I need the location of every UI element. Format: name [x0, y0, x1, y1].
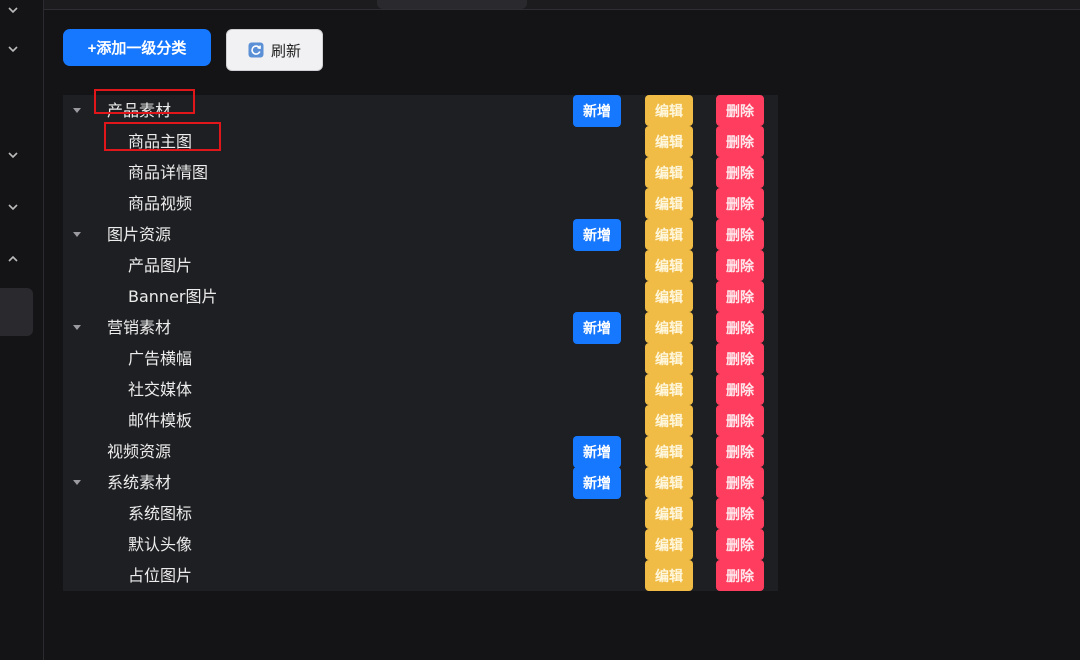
category-label: 图片资源 [107, 225, 172, 244]
tree-row[interactable]: 产品素材 新增 编辑 删除 [63, 89, 778, 127]
tree-row[interactable]: 商品详情图 编辑 删除 [63, 157, 778, 188]
tree-row[interactable]: 系统图标 编辑 删除 [63, 498, 778, 529]
delete-button[interactable]: 删除 [716, 529, 764, 560]
edit-button[interactable]: 编辑 [645, 126, 693, 157]
tree-row[interactable]: 视频资源 新增 编辑 删除 [63, 436, 778, 468]
edit-button[interactable]: 编辑 [645, 343, 693, 374]
category-label: 系统素材 [107, 473, 172, 492]
edit-button[interactable]: 编辑 [645, 467, 693, 498]
delete-button[interactable]: 删除 [716, 467, 764, 498]
refresh-label: 刷新 [270, 42, 301, 60]
tree-row[interactable]: 营销素材 新增 编辑 删除 [63, 312, 778, 344]
category-label: 系统图标 [128, 504, 193, 523]
refresh-button[interactable]: 刷新 [226, 29, 323, 71]
delete-button[interactable]: 删除 [716, 312, 764, 343]
tree-row[interactable]: 邮件模板 编辑 删除 [63, 405, 778, 436]
edit-button[interactable]: 编辑 [645, 498, 693, 529]
edit-button[interactable]: 编辑 [645, 219, 693, 250]
category-label: 视频资源 [107, 442, 172, 461]
caret-down-icon[interactable] [73, 108, 81, 113]
edit-button[interactable]: 编辑 [645, 312, 693, 343]
category-label: 默认头像 [128, 535, 193, 554]
edit-button[interactable]: 编辑 [645, 529, 693, 560]
delete-button[interactable]: 删除 [716, 219, 764, 250]
category-label: 产品素材 [107, 101, 172, 120]
edit-button[interactable]: 编辑 [645, 188, 693, 219]
category-label: 商品视频 [128, 194, 193, 213]
edit-button[interactable]: 编辑 [645, 157, 693, 188]
tree-row[interactable]: 默认头像 编辑 删除 [63, 529, 778, 560]
edit-button[interactable]: 编辑 [645, 374, 693, 405]
delete-button[interactable]: 删除 [716, 374, 764, 405]
add-child-button[interactable]: 新增 [573, 467, 621, 499]
edit-button[interactable]: 编辑 [645, 405, 693, 436]
delete-button[interactable]: 删除 [716, 126, 764, 157]
delete-button[interactable]: 删除 [716, 498, 764, 529]
sidebar-active-item[interactable] [0, 288, 33, 336]
delete-button[interactable]: 删除 [716, 436, 764, 467]
edit-button[interactable]: 编辑 [645, 95, 693, 126]
tab-active[interactable] [377, 0, 527, 9]
category-label: 营销素材 [107, 318, 172, 337]
edit-button[interactable]: 编辑 [645, 560, 693, 591]
category-label: 产品图片 [128, 256, 193, 275]
add-child-button[interactable]: 新增 [573, 95, 621, 127]
delete-button[interactable]: 删除 [716, 188, 764, 219]
tree-row[interactable]: 占位图片 编辑 删除 [63, 560, 778, 591]
edit-button[interactable]: 编辑 [645, 436, 693, 467]
edit-button[interactable]: 编辑 [645, 250, 693, 281]
add-child-button[interactable]: 新增 [573, 219, 621, 251]
add-top-category-button[interactable]: +添加一级分类 [63, 29, 211, 66]
category-label: 广告横幅 [128, 349, 193, 368]
chevron-up-icon[interactable] [0, 249, 26, 269]
category-label: Banner图片 [128, 287, 218, 306]
category-tree: 产品素材 新增 编辑 删除 商品主图 编辑 删除 商品详情图 编辑 删除 商品视频 编辑 删除 图片资源新… [63, 89, 778, 591]
tree-row[interactable]: 商品主图 编辑 删除 [63, 122, 778, 157]
chevron-down-icon[interactable] [0, 145, 26, 165]
delete-button[interactable]: 删除 [716, 343, 764, 374]
tree-row[interactable]: 广告横幅 编辑 删除 [63, 343, 778, 374]
delete-button[interactable]: 删除 [716, 560, 764, 591]
tree-row[interactable]: 产品图片 编辑 删除 [63, 250, 778, 281]
tab-strip [44, 0, 1080, 10]
delete-button[interactable]: 删除 [716, 250, 764, 281]
chevron-down-icon[interactable] [0, 39, 26, 59]
delete-button[interactable]: 删除 [716, 157, 764, 188]
caret-down-icon[interactable] [73, 325, 81, 330]
delete-button[interactable]: 删除 [716, 405, 764, 436]
category-label: 邮件模板 [128, 411, 193, 430]
caret-down-icon[interactable] [73, 480, 81, 485]
tree-row[interactable]: 商品视频 编辑 删除 [63, 188, 778, 219]
delete-button[interactable]: 删除 [716, 95, 764, 126]
category-label: 社交媒体 [128, 380, 193, 399]
tree-row[interactable]: 社交媒体 编辑 删除 [63, 374, 778, 405]
add-child-button[interactable]: 新增 [573, 312, 621, 344]
category-label: 商品主图 [128, 132, 193, 151]
refresh-icon [248, 42, 264, 58]
sidebar [0, 0, 44, 660]
add-child-button[interactable]: 新增 [573, 436, 621, 468]
edit-button[interactable]: 编辑 [645, 281, 693, 312]
chevron-down-icon[interactable] [0, 197, 26, 217]
delete-button[interactable]: 删除 [716, 281, 764, 312]
chevron-down-icon[interactable] [0, 0, 26, 20]
category-label: 商品详情图 [128, 163, 209, 182]
tree-row[interactable]: 系统素材 新增 编辑 删除 [63, 467, 778, 499]
category-label: 占位图片 [128, 566, 193, 585]
tree-row[interactable]: Banner图片 编辑 删除 [63, 281, 778, 312]
tree-row[interactable]: 图片资源 新增 编辑 删除 [63, 219, 778, 251]
caret-down-icon[interactable] [73, 232, 81, 237]
